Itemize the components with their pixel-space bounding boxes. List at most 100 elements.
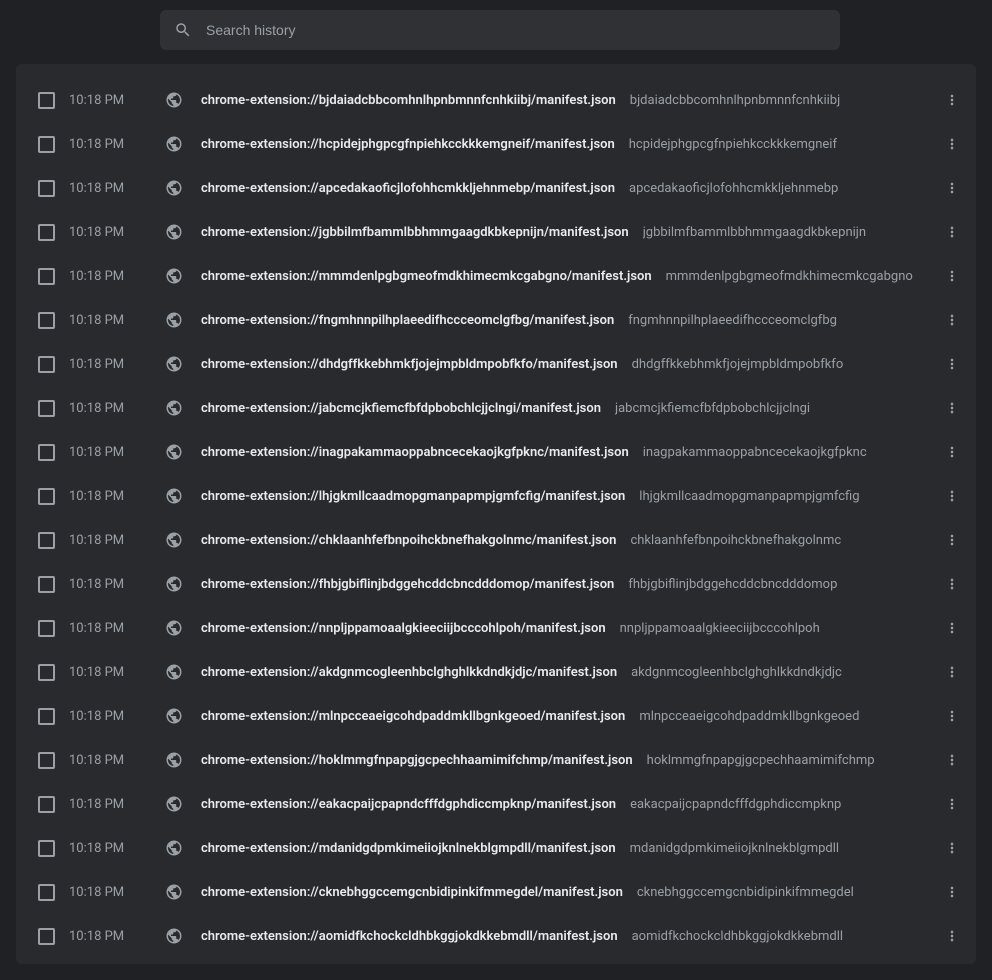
search-box[interactable] <box>160 10 840 50</box>
more-actions-button[interactable] <box>940 880 964 904</box>
entry-title[interactable]: chrome-extension://dhdgffkkebhmkfjojejmp… <box>201 357 618 372</box>
globe-icon <box>165 223 183 241</box>
globe-icon <box>165 179 183 197</box>
more-actions-button[interactable] <box>940 616 964 640</box>
more-actions-button[interactable] <box>940 836 964 860</box>
more-actions-button[interactable] <box>940 748 964 772</box>
entry-domain: eakacpaijcpapndcfffdgphdiccmpknp <box>630 797 841 812</box>
globe-icon <box>165 399 183 417</box>
select-checkbox[interactable] <box>38 268 55 285</box>
more-actions-button[interactable] <box>940 352 964 376</box>
more-actions-button[interactable] <box>940 264 964 288</box>
history-row: 10:18 PMchrome-extension://bjdaiadcbbcom… <box>16 78 976 122</box>
entry-domain: fhbjgbiflinjbdggehcddcbncdddomop <box>628 577 837 592</box>
select-checkbox[interactable] <box>38 928 55 945</box>
entry-domain: akdgnmcogleenhbclghghlkkdndkjdjc <box>631 665 842 680</box>
entry-time: 10:18 PM <box>69 225 165 240</box>
more-actions-button[interactable] <box>940 132 964 156</box>
globe-icon <box>165 751 183 769</box>
more-actions-button[interactable] <box>940 704 964 728</box>
entry-title[interactable]: chrome-extension://aomidfkchockcldhbkggj… <box>201 929 618 944</box>
entry-title[interactable]: chrome-extension://nnpljppamoaalgkieecii… <box>201 621 606 636</box>
entry-title[interactable]: chrome-extension://eakacpaijcpapndcfffdg… <box>201 797 616 812</box>
entry-title[interactable]: chrome-extension://fhbjgbiflinjbdggehcdd… <box>201 577 614 592</box>
history-row: 10:18 PMchrome-extension://jabcmcjkfiemc… <box>16 386 976 430</box>
entry-domain: mdanidgdpmkimeiiojknlnekblgmpdll <box>630 841 839 856</box>
more-actions-button[interactable] <box>940 484 964 508</box>
entry-time: 10:18 PM <box>69 797 165 812</box>
select-checkbox[interactable] <box>38 576 55 593</box>
entry-title[interactable]: chrome-extension://fngmhnnpilhplaeedifhc… <box>201 313 614 328</box>
search-input[interactable] <box>206 22 826 38</box>
entry-title[interactable]: chrome-extension://chklaanhfefbnpoihckbn… <box>201 533 616 548</box>
more-actions-button[interactable] <box>940 220 964 244</box>
entry-domain: chklaanhfefbnpoihckbnefhakgolnmc <box>630 533 841 548</box>
entry-title[interactable]: chrome-extension://inagpakammaoppabncece… <box>201 445 629 460</box>
entry-domain: lhjgkmllcaadmopgmanpapmpjgmfcfig <box>639 489 859 504</box>
more-actions-button[interactable] <box>940 572 964 596</box>
globe-icon <box>165 927 183 945</box>
entry-title[interactable]: chrome-extension://hcpidejphgpcgfnpiehkc… <box>201 137 615 152</box>
select-checkbox[interactable] <box>38 180 55 197</box>
select-checkbox[interactable] <box>38 444 55 461</box>
select-checkbox[interactable] <box>38 840 55 857</box>
more-actions-button[interactable] <box>940 176 964 200</box>
select-checkbox[interactable] <box>38 884 55 901</box>
history-row: 10:18 PMchrome-extension://mlnpcceaeigco… <box>16 694 976 738</box>
entry-title[interactable]: chrome-extension://cknebhggccemgcnbidipi… <box>201 885 623 900</box>
more-actions-button[interactable] <box>940 792 964 816</box>
more-actions-button[interactable] <box>940 660 964 684</box>
history-row: 10:18 PM chrome-extension://hoklmmgfnpapg… <box>16 738 976 782</box>
entry-time: 10:18 PM <box>69 489 165 504</box>
globe-icon <box>165 883 183 901</box>
more-actions-button[interactable] <box>940 396 964 420</box>
globe-icon <box>165 707 183 725</box>
entry-time: 10:18 PM <box>69 181 165 196</box>
entry-domain: bjdaiadcbbcomhnlhpnbmnnfcnhkiibj <box>630 93 840 108</box>
more-actions-button[interactable] <box>940 440 964 464</box>
entry-title[interactable]: chrome-extension://mdanidgdpmkimeiiojknl… <box>201 841 616 856</box>
more-actions-button[interactable] <box>940 88 964 112</box>
entry-time: 10:18 PM <box>69 885 165 900</box>
entry-title[interactable]: chrome-extension://mlnpcceaeigcohdpaddmk… <box>201 709 625 724</box>
select-checkbox[interactable] <box>38 708 55 725</box>
history-row: 10:18 PMchrome-extension://fhbjgbiflinjb… <box>16 562 976 606</box>
entry-title[interactable]: chrome-extension://jabcmcjkfiemcfbfdpbob… <box>201 401 601 416</box>
entry-domain: dhdgffkkebhmkfjojejmpbldmpobfkfo <box>632 357 844 372</box>
entry-title[interactable]: chrome-extension://jgbbilmfbammlbbhmmgaa… <box>201 225 629 240</box>
select-checkbox[interactable] <box>38 664 55 681</box>
entry-title[interactable]: chrome-extension://mmmdenlpgbgmeofmdkhim… <box>201 269 652 284</box>
select-checkbox[interactable] <box>38 224 55 241</box>
entry-title[interactable]: chrome-extension://hoklmmgfnpapgjgcpechh… <box>201 753 633 768</box>
select-checkbox[interactable] <box>38 136 55 153</box>
select-checkbox[interactable] <box>38 532 55 549</box>
entry-title[interactable]: chrome-extension://lhjgkmllcaadmopgmanpa… <box>201 489 625 504</box>
more-actions-button[interactable] <box>940 308 964 332</box>
entry-title[interactable]: chrome-extension://akdgnmcogleenhbclghgh… <box>201 665 617 680</box>
select-checkbox[interactable] <box>38 92 55 109</box>
history-row: 10:18 PM chrome-extension://eakacpaijcpap… <box>16 782 976 826</box>
history-row: 10:18 PMchrome-extension://aomidfkchockc… <box>16 914 976 958</box>
select-checkbox[interactable] <box>38 356 55 373</box>
more-actions-button[interactable] <box>940 528 964 552</box>
entry-domain: cknebhggccemgcnbidipinkifmmegdel <box>637 885 854 900</box>
history-row: 10:18 PM chrome-extension://chklaanhfefbn… <box>16 518 976 562</box>
entry-time: 10:18 PM <box>69 137 165 152</box>
select-checkbox[interactable] <box>38 488 55 505</box>
more-actions-button[interactable] <box>940 924 964 948</box>
entry-title[interactable]: chrome-extension://apcedakaoficjlofohhcm… <box>201 181 615 196</box>
select-checkbox[interactable] <box>38 400 55 417</box>
globe-icon <box>165 443 183 461</box>
entry-domain: apcedakaoficjlofohhcmkkljehnmebp <box>629 181 838 196</box>
entry-domain: jgbbilmfbammlbbhmmgaagdkbkepnijn <box>643 225 866 240</box>
entry-domain: mmmdenlpgbgmeofmdkhimecmkcgabgno <box>666 269 913 284</box>
entry-title[interactable]: chrome-extension://bjdaiadcbbcomhnlhpnbm… <box>201 93 616 108</box>
entry-domain: aomidfkchockcldhbkggjokdkkebmdll <box>632 929 843 944</box>
entry-time: 10:18 PM <box>69 533 165 548</box>
select-checkbox[interactable] <box>38 796 55 813</box>
select-checkbox[interactable] <box>38 620 55 637</box>
select-checkbox[interactable] <box>38 312 55 329</box>
history-row: 10:18 PMchrome-extension://akdgnmcogleen… <box>16 650 976 694</box>
select-checkbox[interactable] <box>38 752 55 769</box>
entry-time: 10:18 PM <box>69 753 165 768</box>
